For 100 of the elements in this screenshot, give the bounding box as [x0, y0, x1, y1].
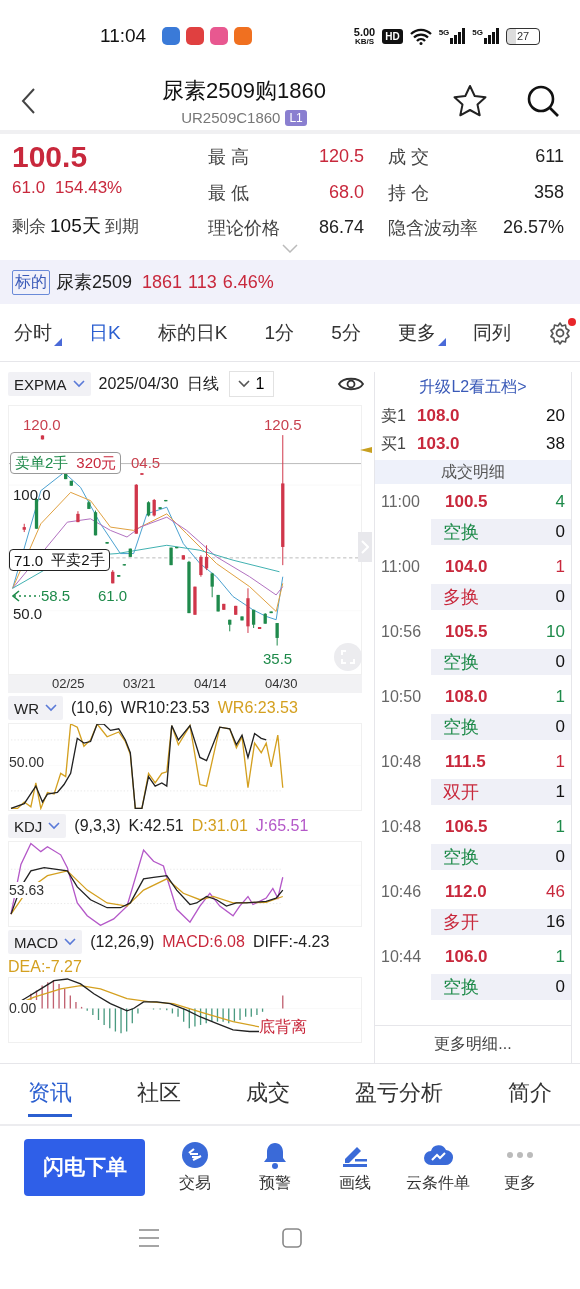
app-icon [162, 27, 180, 45]
period-tab[interactable]: 标的日K [157, 319, 228, 346]
app-icon [210, 27, 228, 45]
candle [122, 563, 126, 566]
indicator-selector[interactable]: EXPMA [8, 372, 91, 396]
trade-price: 111.5 [444, 751, 487, 772]
stat-label: 理论价格 [208, 216, 280, 240]
section-tab[interactable]: 简介 [508, 1071, 552, 1117]
book-price: 103.0 [417, 434, 461, 454]
histogram-bar [261, 1007, 264, 1013]
trade-time: 10:56 [381, 622, 423, 641]
trade-count: 0 [555, 846, 565, 867]
indicator-params: (9,3,3) [74, 817, 121, 835]
period-tab[interactable]: 同列 [472, 319, 511, 346]
indicator-value: J:65.51 [255, 817, 309, 835]
price-label: 04.5 [131, 454, 161, 471]
visibility-button[interactable] [338, 375, 364, 393]
histogram-bar [199, 1007, 202, 1026]
candle [187, 560, 191, 614]
histogram-bar [152, 1007, 155, 1011]
order-price: 71.0 [14, 551, 44, 569]
candle [40, 434, 45, 440]
caret-icon [72, 380, 85, 388]
home-button[interactable] [282, 1228, 302, 1248]
indicator-value: MACD:6.08 [162, 933, 245, 951]
candle [181, 554, 185, 560]
trade-time: 11:00 [381, 492, 421, 511]
indicator-selector[interactable]: KDJ [8, 814, 67, 838]
quick-order-button[interactable]: 闪电下单 [24, 1138, 145, 1196]
more-details-link[interactable]: 更多明细... [375, 1025, 571, 1063]
bell-icon [262, 1140, 289, 1169]
histogram-bar [114, 1007, 117, 1033]
indicator-value: DIFF:-4.23 [252, 933, 330, 951]
trade-type: 空换 [443, 520, 479, 544]
candle [193, 586, 197, 616]
stat-value: 68.0 [328, 182, 364, 203]
period-tab[interactable]: 分时 [14, 319, 52, 346]
count-selector[interactable]: 1 [228, 371, 274, 397]
back-button[interactable] [20, 87, 36, 115]
section-tab[interactable]: 成交 [246, 1071, 290, 1117]
candle [128, 548, 132, 558]
period-tab[interactable]: 5分 [331, 319, 361, 346]
settings-button[interactable] [547, 320, 572, 345]
trade-time: 10:46 [381, 882, 423, 901]
caret-icon [64, 938, 77, 946]
trade-type: 空换 [443, 975, 479, 999]
price-label: 35.5 [263, 650, 293, 667]
period-tab[interactable]: 1分 [264, 319, 295, 346]
favorite-button[interactable] [452, 84, 488, 118]
signal-indicator: 5G [438, 28, 466, 44]
indicator-selector[interactable]: MACD [8, 930, 83, 954]
search-button[interactable] [526, 84, 560, 118]
toolbar-item[interactable]: 预警 [245, 1140, 306, 1194]
stat-value: 611 [535, 146, 564, 167]
candle [158, 506, 162, 510]
section-tab[interactable]: 社区 [137, 1071, 181, 1117]
trade-count: 0 [555, 586, 565, 607]
trade-volume: 10 [545, 621, 565, 642]
exchange-icon [181, 1140, 210, 1169]
trade-type: 多换 [443, 585, 479, 609]
price-marker-icon [360, 444, 372, 456]
app-icon [186, 27, 204, 45]
candle [169, 547, 173, 566]
section-tab[interactable]: 资讯 [28, 1071, 72, 1117]
last-price: 100.5 [12, 142, 89, 172]
indicator-selector[interactable]: WR [8, 696, 63, 720]
date-label: 04/30 [265, 675, 298, 693]
indicator-value: D:31.01 [191, 817, 248, 835]
book-side: 买1 [381, 433, 407, 454]
stat-label: 隐含波动率 [388, 216, 478, 240]
toolbar-item[interactable]: 更多 [489, 1140, 550, 1194]
stat-value: 120.5 [318, 146, 364, 167]
axis-label: 0.00 [9, 1000, 39, 1016]
trade-price: 106.0 [444, 946, 489, 967]
candle [240, 615, 244, 621]
trade-count: 0 [555, 521, 565, 542]
axis-label: 53.63 [9, 882, 47, 898]
toolbar-item[interactable]: 画线 [325, 1140, 386, 1194]
toolbar-item[interactable]: 交易 [165, 1140, 226, 1194]
trade-count: 0 [555, 976, 565, 997]
histogram-bar [233, 1007, 236, 1023]
trade-count: 1 [555, 781, 565, 802]
price-change: 61.0 [12, 178, 46, 199]
signal-indicator: 5G [472, 28, 499, 44]
period-tab[interactable]: 更多 [397, 319, 436, 346]
candle [134, 483, 138, 535]
trade-volume: 1 [554, 556, 565, 577]
period-tab[interactable]: 日K [89, 319, 121, 346]
trade-price: 112.0 [444, 881, 488, 902]
upgrade-link[interactable]: 升级L2看五档> [375, 372, 571, 402]
toolbar-item[interactable]: 云条件单 [405, 1140, 470, 1194]
expiry-label: 到期 [104, 216, 139, 238]
section-tab[interactable]: 盈亏分析 [355, 1071, 443, 1117]
stat-value: 86.74 [318, 217, 364, 238]
histogram-bar [171, 1007, 174, 1015]
panel-handle[interactable] [358, 532, 372, 562]
trade-time: 10:44 [381, 947, 423, 966]
trade-price: 100.5 [444, 491, 489, 512]
trade-detail-header: 成交明细 [375, 460, 571, 484]
indicator-params: (12,26,9) [90, 933, 155, 951]
